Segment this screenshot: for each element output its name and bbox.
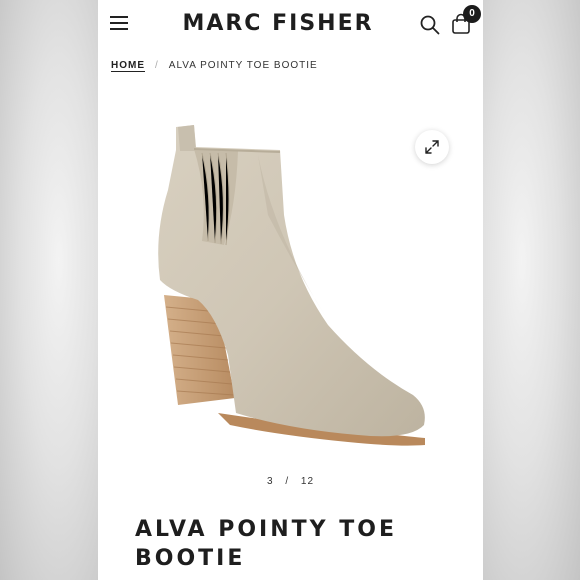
image-pager: 3 / 12: [98, 476, 483, 487]
background-right: [483, 0, 580, 580]
background-left: [0, 0, 98, 580]
breadcrumb-current: ALVA POINTY TOE BOOTIE: [168, 60, 318, 71]
product-page: MARC FISHER 0 HOME / ALVA POINTY TOE BOO…: [98, 0, 483, 580]
breadcrumb-separator: /: [155, 60, 159, 71]
pager-current: 3: [266, 476, 274, 487]
brand-logo[interactable]: MARC FISHER: [158, 11, 398, 36]
hamburger-menu-icon[interactable]: [110, 16, 128, 30]
product-title: ALVA POINTY TOE BOOTIE: [135, 517, 397, 571]
site-header: MARC FISHER 0: [98, 0, 483, 48]
expand-icon[interactable]: [415, 130, 449, 164]
product-image-gallery[interactable]: [98, 95, 483, 465]
pager-total: 12: [300, 476, 315, 487]
breadcrumb-home-link[interactable]: HOME: [111, 60, 145, 71]
breadcrumb: HOME / ALVA POINTY TOE BOOTIE: [111, 60, 318, 71]
search-icon[interactable]: [420, 15, 440, 35]
pager-separator: /: [285, 476, 290, 487]
cart-count-badge[interactable]: 0: [463, 5, 481, 23]
